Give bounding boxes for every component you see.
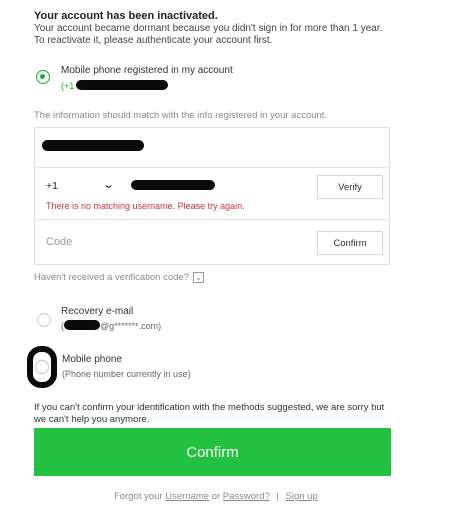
confirm-code-button[interactable]: Confirm bbox=[317, 231, 383, 255]
description-line-2: To reactivate it, please authenticate yo… bbox=[34, 35, 273, 46]
radio-mobile-registered[interactable] bbox=[36, 70, 50, 84]
links-separator: | bbox=[276, 491, 279, 502]
option-sub-mobile-phone: (Phone number currently in use) bbox=[62, 369, 191, 379]
page-title: Your account has been inactivated. bbox=[34, 10, 218, 22]
code-input[interactable]: Code bbox=[46, 236, 72, 248]
form-divider-2 bbox=[34, 219, 390, 220]
chevron-down-icon[interactable]: ⌄ bbox=[192, 272, 204, 283]
links-or: or bbox=[211, 491, 221, 502]
resend-code[interactable]: Haven't received a verification code? ⌄ bbox=[34, 272, 204, 283]
chevron-down-icon[interactable]: ⌄ bbox=[102, 178, 115, 191]
description-line-1: Your account became dormant because you … bbox=[34, 23, 383, 34]
country-code-select[interactable]: +1 bbox=[46, 180, 58, 192]
radio-mobile-phone[interactable] bbox=[35, 360, 49, 374]
redacted-phone bbox=[76, 80, 168, 90]
footer-links: Forgot your Username or Password? | Sign… bbox=[114, 491, 318, 502]
option-sub-mobile-registered: (+1 bbox=[61, 81, 75, 91]
signup-link[interactable]: Sign up bbox=[286, 491, 318, 502]
forgot-username-link[interactable]: Username bbox=[165, 491, 209, 502]
radio-recovery-email[interactable] bbox=[37, 313, 51, 327]
resend-code-text: Haven't received a verification code? bbox=[34, 272, 189, 283]
form-note: The information should match with the in… bbox=[34, 110, 328, 121]
option-label-recovery-email: Recovery e-mail bbox=[61, 306, 134, 317]
option-label-mobile-registered: Mobile phone registered in my account bbox=[61, 65, 233, 76]
form-divider bbox=[34, 167, 390, 168]
verify-button[interactable]: Verify bbox=[317, 175, 383, 199]
page-description: Your account became dormant because you … bbox=[34, 23, 454, 47]
option-label-mobile-phone: Mobile phone bbox=[62, 354, 123, 365]
error-message: There is no matching username. Please tr… bbox=[46, 201, 245, 211]
redacted-phone-input[interactable] bbox=[131, 180, 215, 190]
forgot-password-link[interactable]: Password? bbox=[223, 491, 270, 502]
option-sub-recovery-email-suffix: @g*******.com) bbox=[100, 321, 162, 331]
redacted-username bbox=[42, 140, 144, 151]
links-prefix: Forgot your bbox=[114, 491, 163, 502]
footer-message: If you can't confirm your identification… bbox=[34, 402, 385, 425]
confirm-button[interactable]: Confirm bbox=[34, 428, 391, 476]
redacted-email bbox=[64, 320, 100, 330]
